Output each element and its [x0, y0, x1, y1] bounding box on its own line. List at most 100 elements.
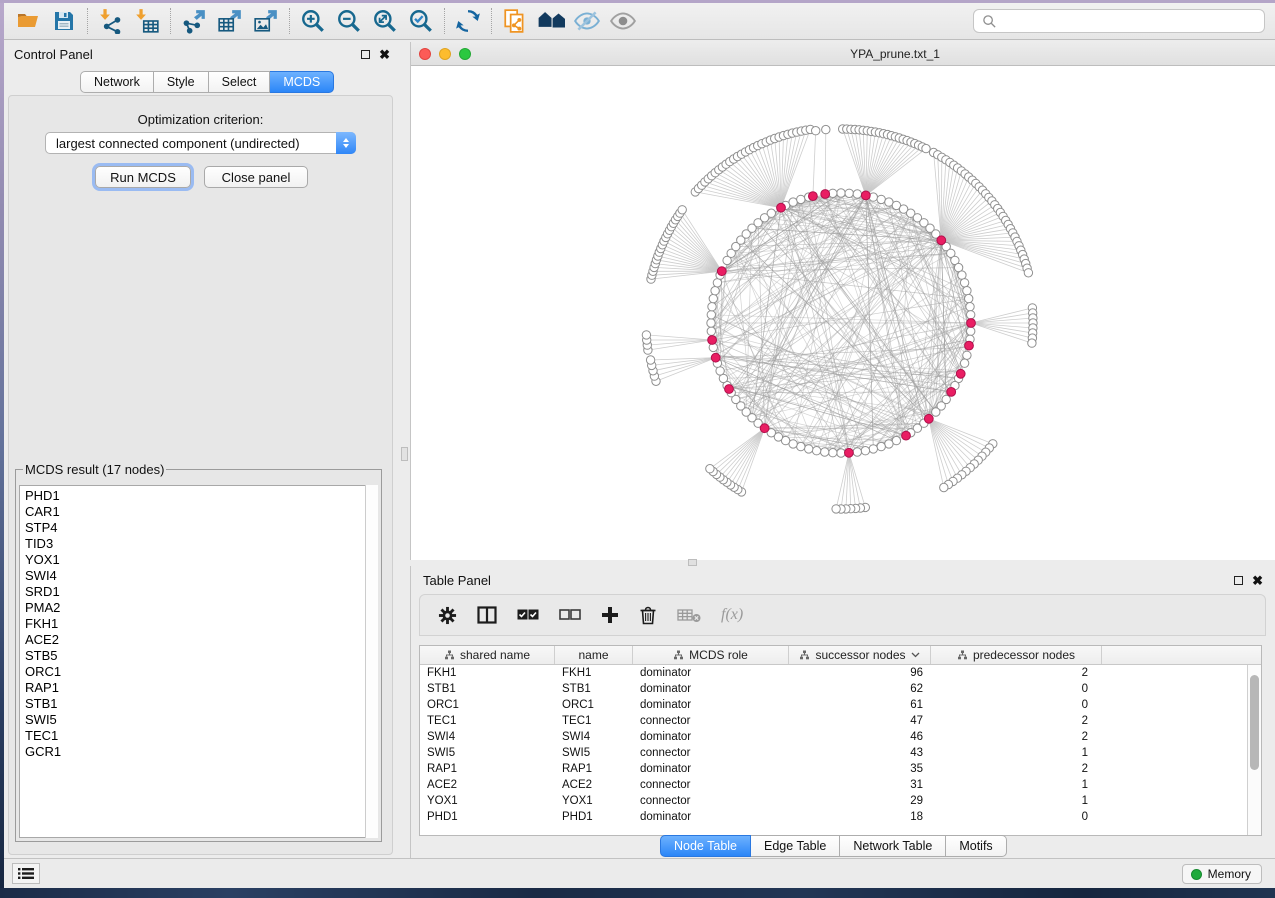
export-table-button[interactable] [212, 6, 248, 36]
search-input[interactable] [997, 14, 1256, 28]
cell-MCDS-role[interactable]: dominator [633, 763, 789, 775]
mcds-result-item[interactable]: GCR1 [25, 744, 377, 760]
cell-name[interactable]: SWI4 [555, 731, 633, 743]
mcds-result-item[interactable]: STP4 [25, 520, 377, 536]
graph-node[interactable] [885, 440, 893, 448]
show-columns-button[interactable] [477, 606, 497, 624]
graph-node[interactable] [967, 327, 975, 335]
cell-successor-nodes[interactable]: 47 [789, 715, 931, 727]
graph-hub-node[interactable] [725, 385, 734, 394]
graph-node[interactable] [821, 448, 829, 456]
mcds-result-item[interactable]: PHD1 [25, 488, 377, 504]
table-row[interactable]: TEC1TEC1connector472 [420, 713, 1247, 729]
mcds-result-item[interactable]: PMA2 [25, 600, 377, 616]
graph-node[interactable] [853, 448, 861, 456]
column-header-shared-name[interactable]: shared name [420, 646, 555, 664]
graph-node[interactable] [706, 465, 714, 473]
graph-node[interactable] [805, 445, 813, 453]
export-image-button[interactable] [248, 6, 284, 36]
graph-hub-node[interactable] [777, 203, 786, 212]
graph-node[interactable] [932, 408, 940, 416]
cell-MCDS-role[interactable]: connector [633, 779, 789, 791]
graph-node[interactable] [940, 483, 948, 491]
graph-hub-node[interactable] [902, 431, 911, 440]
table-row[interactable]: STB1STB1dominator620 [420, 681, 1247, 697]
graph-node[interactable] [958, 271, 966, 279]
cell-shared-name[interactable]: ACE2 [420, 779, 555, 791]
graph-node[interactable] [707, 327, 715, 335]
cell-name[interactable]: RAP1 [555, 763, 633, 775]
tab-mcds[interactable]: MCDS [270, 71, 334, 93]
memory-button[interactable]: Memory [1182, 864, 1262, 884]
cell-successor-nodes[interactable]: 43 [789, 747, 931, 759]
import-table-button[interactable] [129, 6, 165, 36]
graph-node[interactable] [837, 189, 845, 197]
apply-layout-button[interactable] [450, 6, 486, 36]
graph-node[interactable] [967, 311, 975, 319]
cell-MCDS-role[interactable]: dominator [633, 731, 789, 743]
table-settings-button[interactable] [438, 606, 457, 625]
graph-node[interactable] [845, 189, 853, 197]
network-canvas[interactable] [411, 66, 1275, 560]
criterion-select[interactable]: largest connected component (undirected) [45, 132, 356, 154]
mcds-result-item[interactable]: SWI4 [25, 568, 377, 584]
cell-successor-nodes[interactable]: 62 [789, 683, 931, 695]
graph-node[interactable] [642, 331, 650, 339]
cell-MCDS-role[interactable]: dominator [633, 699, 789, 711]
graph-node[interactable] [709, 294, 717, 302]
tab-style[interactable]: Style [154, 71, 209, 93]
table-row[interactable]: ACE2ACE2connector311 [420, 777, 1247, 793]
close-panel-icon[interactable]: ✖ [379, 50, 390, 59]
cell-MCDS-role[interactable]: dominator [633, 683, 789, 695]
cell-name[interactable]: FKH1 [555, 667, 633, 679]
cell-successor-nodes[interactable]: 61 [789, 699, 931, 711]
cell-successor-nodes[interactable]: 46 [789, 731, 931, 743]
open-file-button[interactable] [10, 6, 46, 36]
clone-network-button[interactable] [497, 6, 533, 36]
tab-network-table[interactable]: Network Table [840, 835, 946, 857]
graph-node[interactable] [797, 195, 805, 203]
mcds-result-item[interactable]: CAR1 [25, 504, 377, 520]
splitter-grip[interactable] [401, 447, 408, 461]
save-session-button[interactable] [46, 6, 82, 36]
tab-edge-table[interactable]: Edge Table [751, 835, 840, 857]
float-panel-icon[interactable] [361, 50, 370, 59]
cell-MCDS-role[interactable]: connector [633, 747, 789, 759]
zoom-in-button[interactable] [295, 6, 331, 36]
tab-select[interactable]: Select [209, 71, 271, 93]
task-history-button[interactable] [12, 863, 40, 884]
tab-node-table[interactable]: Node Table [660, 835, 751, 857]
mcds-result-item[interactable]: TEC1 [25, 728, 377, 744]
graph-node[interactable] [1028, 339, 1036, 347]
table-scrollbar[interactable] [1247, 665, 1261, 835]
cell-shared-name[interactable]: RAP1 [420, 763, 555, 775]
mcds-result-item[interactable]: ORC1 [25, 664, 377, 680]
graph-node[interactable] [812, 447, 820, 455]
graph-node[interactable] [767, 209, 775, 217]
graph-node[interactable] [960, 359, 968, 367]
cell-predecessor-nodes[interactable]: 2 [931, 715, 1102, 727]
graph-node[interactable] [965, 294, 973, 302]
tab-motifs[interactable]: Motifs [946, 835, 1006, 857]
graph-node[interactable] [707, 319, 715, 327]
cell-successor-nodes[interactable]: 96 [789, 667, 931, 679]
cell-shared-name[interactable]: YOX1 [420, 795, 555, 807]
zoom-selected-button[interactable] [403, 6, 439, 36]
cell-shared-name[interactable]: TEC1 [420, 715, 555, 727]
graph-node[interactable] [707, 311, 715, 319]
close-panel-button[interactable]: Close panel [204, 166, 308, 188]
cell-successor-nodes[interactable]: 31 [789, 779, 931, 791]
column-header-successor-nodes[interactable]: successor nodes [789, 646, 931, 664]
table-row[interactable]: YOX1YOX1connector291 [420, 793, 1247, 809]
graph-node[interactable] [877, 195, 885, 203]
graph-hub-node[interactable] [717, 267, 726, 276]
graph-hub-node[interactable] [965, 341, 974, 350]
cell-shared-name[interactable]: SWI5 [420, 747, 555, 759]
graph-hub-node[interactable] [967, 319, 976, 328]
graph-node[interactable] [877, 442, 885, 450]
graph-node[interactable] [812, 127, 820, 135]
table-row[interactable]: FKH1FKH1dominator962 [420, 665, 1247, 681]
graph-hub-node[interactable] [845, 448, 854, 457]
graph-hub-node[interactable] [937, 236, 946, 245]
cell-predecessor-nodes[interactable]: 2 [931, 763, 1102, 775]
